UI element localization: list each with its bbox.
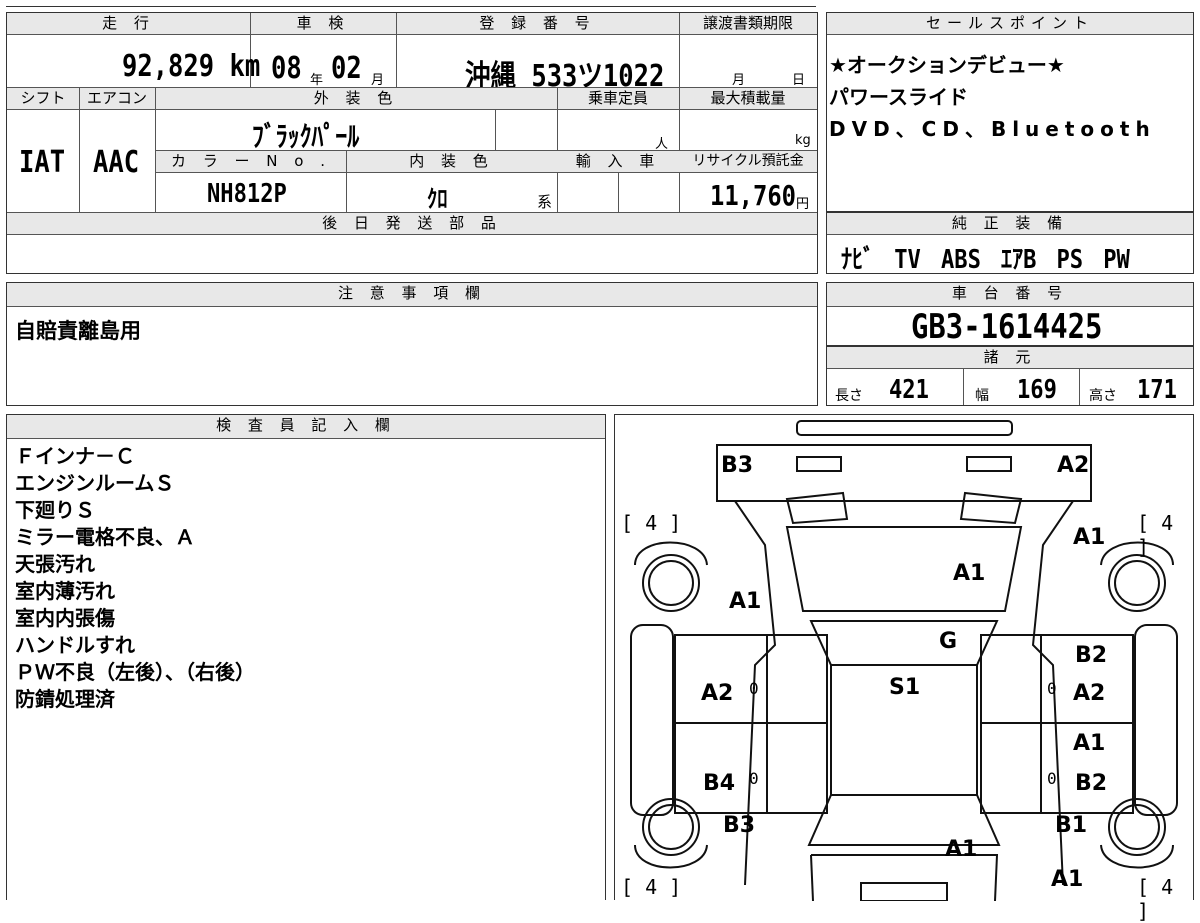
tire-bracket-rear-right: [ 4 ] <box>1137 875 1174 923</box>
inspector-line: 下廻りＳ <box>15 498 95 522</box>
inspector-line: 室内薄汚れ <box>15 579 115 603</box>
notes-panel: 注 意 事 項 欄 自賠責離島用 <box>6 282 818 406</box>
mark-trunk: A1 <box>945 837 978 862</box>
height-value: 171 <box>1137 375 1177 405</box>
tire-bracket-rear-left: [ 4 ] <box>621 875 682 899</box>
vehicle-info-grid: 走 行 車 検 登 録 番 号 譲渡書類期限 92,829 km 08 年 02… <box>6 12 818 274</box>
genuine-equipment-header: 純 正 装 備 <box>827 213 1193 235</box>
aircon-value: AAC <box>93 145 140 180</box>
chassis-number: GB3-1614425 <box>911 307 1103 347</box>
deadline-day-unit: 日 <box>792 73 806 88</box>
sales-point-line: パワースライド <box>829 85 968 109</box>
mark-hood: A1 <box>953 561 986 586</box>
mark-rear-door-left: B4 <box>703 771 736 796</box>
notes-header: 注 意 事 項 欄 <box>7 283 817 307</box>
max-load-label: 最大積載量 <box>679 88 817 110</box>
inspector-line: ハンドルすれ <box>15 633 135 657</box>
mark-front-door-left: A2 <box>701 681 734 706</box>
inspector-line: 天張汚れ <box>15 552 95 576</box>
capacity-label: 乗車定員 <box>557 88 679 110</box>
exterior-color-value: ﾌﾞﾗｯｸﾊﾟｰﾙ <box>252 120 360 153</box>
mark-zero: 0 <box>1047 769 1057 788</box>
interior-color-value: ｸﾛ <box>427 185 448 213</box>
mark-glass: G <box>939 629 958 654</box>
inspector-panel: 検 査 員 記 入 欄 Ｆインナ－Ｃ エンジンルームＳ 下廻りＳ ミラー電格不良… <box>6 414 606 900</box>
later-parts-label: 後 日 発 送 部 品 <box>7 213 817 235</box>
sales-points-header: セールスポイント <box>827 13 1193 35</box>
mark-front-door-right-top: B2 <box>1075 643 1108 668</box>
specs-header: 諸 元 <box>827 347 1193 369</box>
inspector-line: Ｆインナ－Ｃ <box>15 444 135 468</box>
length-label: 長さ <box>835 388 863 404</box>
interior-color-label: 内 装 色 <box>346 151 557 173</box>
recycle-fee-value: 11,760 <box>710 179 796 212</box>
inspection-year-unit: 年 <box>310 73 324 88</box>
sales-point-line: ★オークションデビュー★ <box>829 53 1065 77</box>
mark-zero: 0 <box>1047 679 1057 698</box>
shift-value: IAT <box>19 145 66 180</box>
mileage-label: 走 行 <box>7 13 250 35</box>
mark-zero: 0 <box>749 679 759 698</box>
shift-label: シフト <box>7 88 79 110</box>
inspection-year: 08 <box>271 51 302 86</box>
inspection-month-unit: 月 <box>371 73 385 88</box>
notes-value: 自賠責離島用 <box>15 319 141 343</box>
specs-panel: 諸 元 長さ 421 幅 169 高さ 171 <box>826 346 1194 406</box>
width-value: 169 <box>1017 375 1057 405</box>
inspector-line: ＰＷ不良（左後）、（右後） <box>15 660 255 684</box>
inspector-line: ミラー電格不良、Ａ <box>15 525 195 549</box>
aircon-label: エアコン <box>79 88 155 110</box>
mark-rear-door-right-top: A1 <box>1073 731 1106 756</box>
inspection-label: 車 検 <box>250 13 396 35</box>
color-no-value: NH812P <box>207 179 287 209</box>
car-damage-diagram: [ 4 ] [ 4 ] [ 4 ] [ 4 ] B3 A2 A1 A1 A1 G… <box>614 414 1194 923</box>
tire-bracket-front-left: [ 4 ] <box>621 511 682 535</box>
height-label: 高さ <box>1089 388 1117 404</box>
genuine-equipment-value: ﾅﾋﾞ TV ABS ｴｱB PS PW <box>841 245 1130 275</box>
sales-point-line: DVD、CD、Bluetooth <box>829 117 1156 141</box>
color-no-label: カ ラ ー N o . <box>156 151 346 173</box>
tire-bracket-front-right: [ 4 ] <box>1137 511 1174 559</box>
inspector-line: 防錆処理済 <box>15 687 115 711</box>
top-strip <box>6 0 816 7</box>
mark-front-right: A2 <box>1057 453 1090 478</box>
inspector-line: 室内内張傷 <box>15 606 115 630</box>
chassis-header: 車 台 番 号 <box>827 283 1193 307</box>
exterior-color-label: 外 装 色 <box>155 88 557 110</box>
import-label: 輸 入 車 <box>557 151 679 173</box>
mark-rear-door-right: B2 <box>1075 771 1108 796</box>
mark-front-left: B3 <box>721 453 754 478</box>
inspector-line: エンジンルームＳ <box>15 471 175 495</box>
inspector-lines: Ｆインナ－Ｃ エンジンルームＳ 下廻りＳ ミラー電格不良、Ａ 天張汚れ 室内薄汚… <box>15 443 255 713</box>
recycle-fee-unit: 円 <box>796 197 810 212</box>
mark-rear-bumper-right: A1 <box>1051 867 1084 892</box>
registration-label: 登 録 番 号 <box>396 13 679 35</box>
mark-roof: S1 <box>889 675 921 700</box>
mark-fender-right: A1 <box>1073 525 1106 550</box>
mark-front-door-right: A2 <box>1073 681 1106 706</box>
interior-color-unit: 系 <box>537 193 553 211</box>
inspection-month: 02 <box>331 51 362 86</box>
deadline-month-unit: 月 <box>732 73 746 88</box>
genuine-equipment-panel: 純 正 装 備 ﾅﾋﾞ TV ABS ｴｱB PS PW <box>826 212 1194 275</box>
sales-points-panel: セールスポイント ★オークションデビュー★ パワースライド DVD、CD、Blu… <box>826 12 1194 212</box>
transfer-deadline-label: 譲渡書類期限 <box>679 13 817 35</box>
mark-fender-left: A1 <box>729 589 762 614</box>
width-label: 幅 <box>975 388 989 404</box>
mileage-value: 92,829 km <box>122 49 261 84</box>
recycle-fee-label: リサイクル預託金 <box>679 151 817 173</box>
mark-rear-right: B1 <box>1055 813 1088 838</box>
max-load-unit: kg <box>795 133 811 148</box>
inspector-header: 検 査 員 記 入 欄 <box>7 415 605 439</box>
mark-zero: 0 <box>749 769 759 788</box>
length-value: 421 <box>889 375 929 405</box>
chassis-panel: 車 台 番 号 GB3-1614425 <box>826 282 1194 347</box>
mark-rear-left: B3 <box>723 813 756 838</box>
